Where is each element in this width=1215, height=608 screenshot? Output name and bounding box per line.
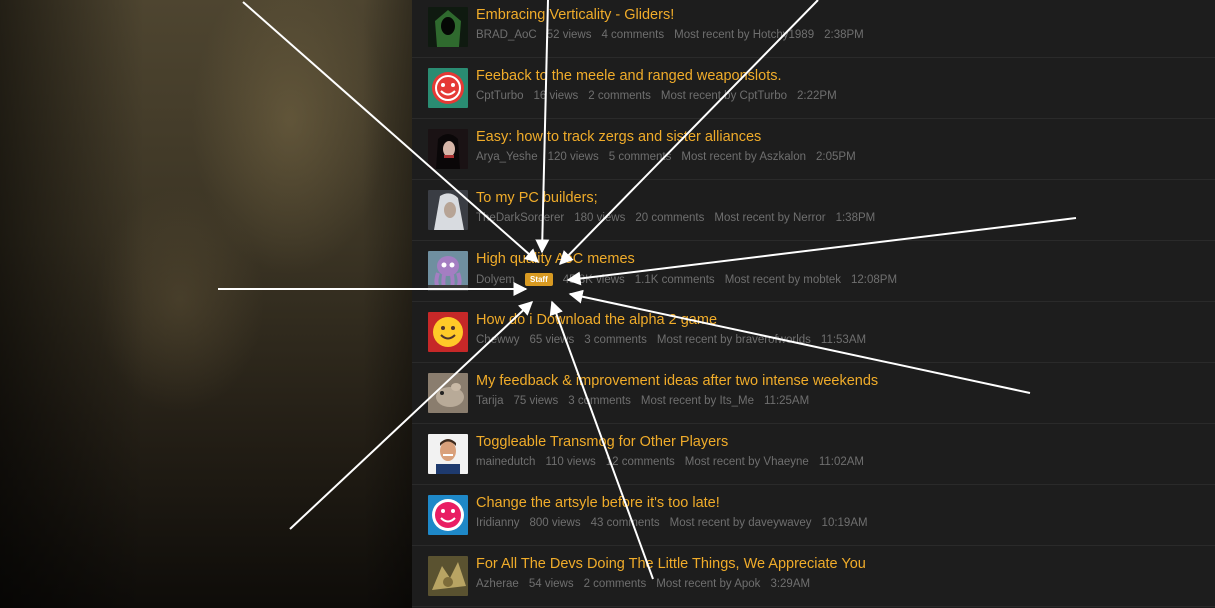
discussion-title[interactable]: To my PC builders; bbox=[476, 190, 598, 206]
view-count: 16 views bbox=[533, 90, 579, 102]
discussion-row[interactable]: Change the artsyle before it's too late!… bbox=[412, 485, 1215, 546]
author-name[interactable]: mainedutch bbox=[476, 456, 535, 468]
discussion-row[interactable]: For All The Devs Doing The Little Things… bbox=[412, 546, 1215, 607]
discussion-row[interactable]: How do i Download the alpha 2 game Cheww… bbox=[412, 302, 1215, 363]
discussion-row[interactable]: Easy: how to track zergs and sister alli… bbox=[412, 119, 1215, 180]
most-recent-by[interactable]: Most recent by mobtek bbox=[725, 274, 841, 286]
discussion-row[interactable]: To my PC builders; TheDarkSorcerer 180 vi… bbox=[412, 180, 1215, 241]
most-recent-by[interactable]: Most recent by daveywavey bbox=[670, 517, 812, 529]
discussion-row[interactable]: Feeback to the meele and ranged weaponsl… bbox=[412, 58, 1215, 119]
discussion-title[interactable]: High quality AoC memes bbox=[476, 251, 635, 267]
discussion-title[interactable]: For All The Devs Doing The Little Things… bbox=[476, 556, 866, 572]
discussion-title[interactable]: How do i Download the alpha 2 game bbox=[476, 312, 717, 328]
view-count: 65 views bbox=[529, 334, 575, 346]
discussion-row[interactable]: My feedback & improvement ideas after tw… bbox=[412, 363, 1215, 424]
last-activity-time: 10:19AM bbox=[821, 517, 868, 529]
rodent-photo-avatar[interactable] bbox=[428, 373, 468, 413]
view-count: 180 views bbox=[574, 212, 626, 224]
last-activity-time: 2:22PM bbox=[797, 90, 837, 102]
comment-count: 4 comments bbox=[601, 29, 665, 41]
author-name[interactable]: CptTurbo bbox=[476, 90, 524, 102]
comment-count: 2 comments bbox=[583, 578, 647, 590]
comment-count: 1.1K comments bbox=[634, 274, 715, 286]
most-recent-by[interactable]: Most recent by CptTurbo bbox=[661, 90, 787, 102]
most-recent-by[interactable]: Most recent by braverofworlds bbox=[657, 334, 811, 346]
last-activity-time: 11:53AM bbox=[820, 334, 867, 346]
white-hair-portrait-avatar[interactable] bbox=[428, 190, 468, 230]
discussion-title[interactable]: My feedback & improvement ideas after tw… bbox=[476, 373, 878, 389]
discussion-title[interactable]: Easy: how to track zergs and sister alli… bbox=[476, 129, 761, 145]
discussion-title[interactable]: Embracing Verticality - Gliders! bbox=[476, 7, 674, 23]
discussion-title[interactable]: Toggleable Transmog for Other Players bbox=[476, 434, 728, 450]
comment-count: 3 comments bbox=[568, 395, 631, 407]
discussion-meta: Dolyem Staff 45.8K views 1.1K comments Most … bbox=[476, 273, 907, 286]
dark-hair-portrait-avatar[interactable] bbox=[428, 129, 468, 169]
author-name[interactable]: Azherae bbox=[476, 578, 519, 590]
comment-count: 12 comments bbox=[605, 456, 675, 468]
author-name[interactable]: Tarija bbox=[476, 395, 503, 407]
most-recent-by[interactable]: Most recent by Vhaeyne bbox=[685, 456, 809, 468]
most-recent-by[interactable]: Most recent by Aszkalon bbox=[681, 151, 806, 163]
discussion-meta: Chewwy 65 views 3 comments Most recent by b… bbox=[476, 334, 876, 346]
view-count: 45.8K views bbox=[562, 274, 625, 286]
discussion-meta: Iridianny 800 views 43 comments Most recent… bbox=[476, 517, 878, 529]
discussion-meta: mainedutch 110 views 12 comments Most recen… bbox=[476, 456, 874, 468]
view-count: 110 views bbox=[545, 456, 596, 468]
author-name[interactable]: Arya_Yeshe bbox=[476, 151, 538, 163]
author-name[interactable]: BRAD_AoC bbox=[476, 29, 537, 41]
last-activity-time: 11:25AM bbox=[764, 395, 810, 407]
comment-count: 2 comments bbox=[588, 90, 651, 102]
yellow-smiley-avatar[interactable] bbox=[428, 312, 468, 352]
discussion-meta: BRAD_AoC 52 views 4 comments Most recent by… bbox=[476, 29, 874, 41]
red-smiley-avatar[interactable] bbox=[428, 68, 468, 108]
view-count: 54 views bbox=[528, 578, 574, 590]
most-recent-by[interactable]: Most recent by Its_Me bbox=[641, 395, 754, 407]
view-count: 120 views bbox=[547, 151, 599, 163]
comment-count: 20 comments bbox=[635, 212, 705, 224]
author-name[interactable]: Dolyem bbox=[476, 274, 515, 286]
comment-count: 5 comments bbox=[608, 151, 672, 163]
creature-art-avatar[interactable] bbox=[428, 556, 468, 596]
most-recent-by[interactable]: Most recent by Hotchy1989 bbox=[674, 29, 814, 41]
discussion-title[interactable]: Feeback to the meele and ranged weaponsl… bbox=[476, 68, 782, 84]
discussion-meta: CptTurbo 16 views 2 comments Most recent by… bbox=[476, 90, 847, 102]
most-recent-by[interactable]: Most recent by Apok bbox=[656, 578, 760, 590]
background-shade bbox=[0, 0, 412, 608]
comment-count: 3 comments bbox=[584, 334, 647, 346]
view-count: 75 views bbox=[513, 395, 559, 407]
last-activity-time: 1:38PM bbox=[835, 212, 876, 224]
comment-count: 43 comments bbox=[590, 517, 660, 529]
discussion-meta: Tarija 75 views 3 comments Most recent by I… bbox=[476, 395, 819, 407]
purple-octopus-avatar[interactable] bbox=[428, 251, 468, 291]
last-activity-time: 12:08PM bbox=[851, 274, 898, 286]
pink-smiley-avatar[interactable] bbox=[428, 495, 468, 535]
man-photo-avatar[interactable] bbox=[428, 434, 468, 474]
author-name[interactable]: Chewwy bbox=[476, 334, 519, 346]
discussion-meta: Azherae 54 views 2 comments Most recent by … bbox=[476, 578, 820, 590]
discussion-list: Embracing Verticality - Gliders! BRAD_Ao… bbox=[412, 0, 1215, 608]
discussion-title[interactable]: Change the artsyle before it's too late! bbox=[476, 495, 720, 511]
discussion-meta: Arya_Yeshe 120 views 5 comments Most recent… bbox=[476, 151, 866, 163]
discussion-row[interactable]: Embracing Verticality - Gliders! BRAD_Ao… bbox=[412, 0, 1215, 58]
last-activity-time: 2:38PM bbox=[824, 29, 864, 41]
last-activity-time: 2:05PM bbox=[816, 151, 856, 163]
staff-badge: Staff bbox=[524, 273, 553, 286]
author-name[interactable]: TheDarkSorcerer bbox=[476, 212, 564, 224]
view-count: 800 views bbox=[529, 517, 581, 529]
discussion-row[interactable]: High quality AoC memes Dolyem Staff 45.8K … bbox=[412, 241, 1215, 302]
view-count: 52 views bbox=[546, 29, 592, 41]
discussion-meta: TheDarkSorcerer 180 views 20 comments Most … bbox=[476, 212, 885, 224]
last-activity-time: 3:29AM bbox=[770, 578, 811, 590]
last-activity-time: 11:02AM bbox=[818, 456, 864, 468]
most-recent-by[interactable]: Most recent by Nerror bbox=[714, 212, 825, 224]
hooded-figure-avatar[interactable] bbox=[428, 7, 468, 47]
discussion-row[interactable]: Toggleable Transmog for Other Players ma… bbox=[412, 424, 1215, 485]
author-name[interactable]: Iridianny bbox=[476, 517, 519, 529]
